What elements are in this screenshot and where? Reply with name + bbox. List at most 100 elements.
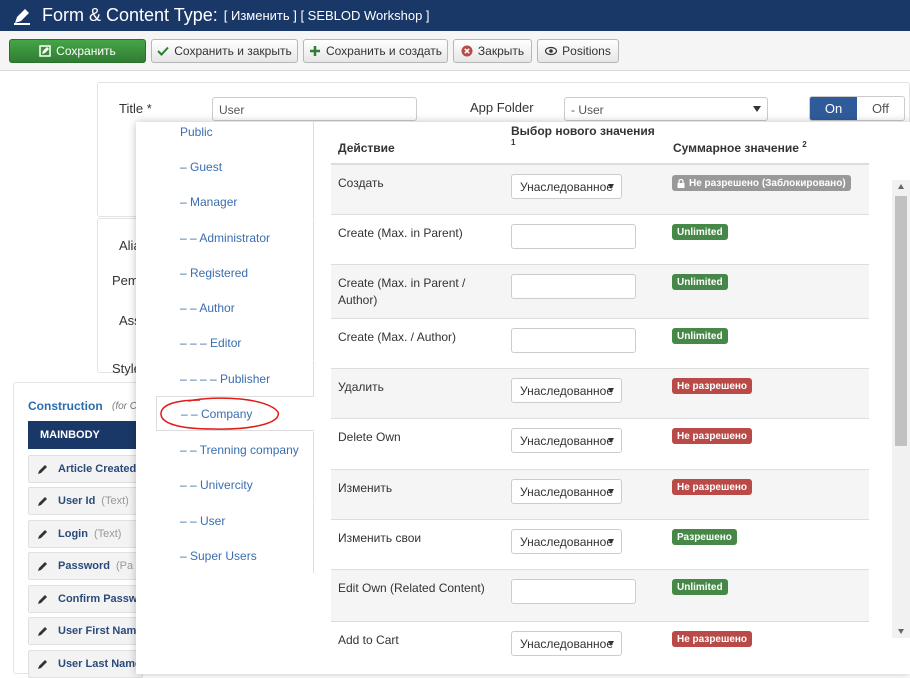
group-tab[interactable]: – – Trenning company <box>156 432 314 467</box>
status-badge: Unlimited <box>672 579 728 595</box>
status-toggle[interactable]: On Off <box>809 96 905 121</box>
lock-icon <box>677 178 685 188</box>
status-badge: Не разрешено <box>672 428 753 444</box>
table-row: Edit Own (Related Content) Unlimited <box>331 570 869 622</box>
column-header-new-value: Выбор нового значения 1 <box>511 124 655 153</box>
limit-input[interactable] <box>511 224 636 249</box>
field-label: User First Name <box>58 625 143 637</box>
app-folder-select[interactable]: - User <box>564 97 768 121</box>
group-tab[interactable]: – Guest <box>156 149 314 184</box>
table-row: Create (Max. in Parent / Author) Unlimit… <box>331 265 869 319</box>
status-badge: Unlimited <box>672 328 728 344</box>
group-tab[interactable]: – – Univercity <box>156 467 314 502</box>
save-new-button[interactable]: Сохранить и создать <box>303 39 448 63</box>
status-badge: Не разрешено <box>672 479 753 495</box>
group-tab[interactable]: – – – Editor <box>156 325 314 360</box>
toggle-off[interactable]: Off <box>857 97 904 120</box>
group-tab[interactable]: – Registered <box>156 255 314 290</box>
chevron-down-icon <box>608 388 614 393</box>
chevron-down-icon <box>608 641 614 646</box>
save-button[interactable]: Сохранить <box>9 39 146 63</box>
save-close-label: Сохранить и закрыть <box>174 44 292 58</box>
close-icon <box>461 45 473 57</box>
save-button-label: Сохранить <box>56 44 116 58</box>
permission-select-value: Унаследованное <box>520 637 613 651</box>
chevron-down-icon <box>608 539 614 544</box>
field-label: Article Created <box>58 463 137 475</box>
app-folder-value: - User <box>571 103 604 117</box>
page-header: Form & Content Type: [ Изменить ] [ SEBL… <box>0 0 910 31</box>
chevron-down-icon <box>608 184 614 189</box>
action-name: Создать <box>338 176 384 190</box>
permission-select[interactable]: Унаследованное <box>511 174 622 199</box>
group-tab[interactable]: – – Administrator <box>156 220 314 255</box>
table-row: Удалить Унаследованное Не разрешено <box>331 369 869 419</box>
footnote-1: 1 <box>511 138 516 147</box>
scrollbar-thumb[interactable] <box>895 196 907 446</box>
group-tab[interactable]: – – User <box>156 503 314 538</box>
field-row[interactable]: Login (Text) <box>28 520 143 548</box>
status-badge: Unlimited <box>672 224 728 240</box>
action-name: Edit Own (Related Content) <box>338 581 485 595</box>
pencil-icon <box>38 561 47 571</box>
table-row: Create (Max. in Parent) Unlimited <box>331 215 869 265</box>
permission-select[interactable]: Унаследованное <box>511 479 622 504</box>
check-icon <box>157 46 169 56</box>
plus-icon <box>309 46 320 56</box>
column-header-summary: Суммарное значение 2 <box>673 140 807 155</box>
action-name: Изменить свои <box>338 531 422 545</box>
save-close-button[interactable]: Сохранить и закрыть <box>151 39 298 63</box>
field-row[interactable]: Article Created <box>28 455 143 483</box>
positions-button[interactable]: Positions <box>537 39 619 63</box>
scroll-up-icon[interactable] <box>898 184 904 189</box>
group-tab[interactable]: – Super Users <box>156 538 314 573</box>
group-tab[interactable]: – Manager <box>156 184 314 219</box>
close-label: Закрыть <box>477 44 525 58</box>
permission-select-value: Унаследованное <box>520 180 613 194</box>
field-label: Login <box>58 528 88 540</box>
chevron-down-icon <box>753 106 761 112</box>
action-name: Add to Cart <box>338 633 399 647</box>
pencil-icon <box>38 659 47 669</box>
permission-select-value: Унаследованное <box>520 434 613 448</box>
limit-input[interactable] <box>511 328 636 353</box>
field-row[interactable]: User First Name <box>28 617 143 645</box>
group-tab[interactable]: Public <box>156 122 314 149</box>
mainbody-header[interactable]: MAINBODY <box>28 421 143 449</box>
modal-scrollbar[interactable] <box>892 180 910 638</box>
permission-select[interactable]: Унаследованное <box>511 428 622 453</box>
group-tab[interactable]: – – – – Publisher <box>156 361 314 396</box>
field-row[interactable]: Password (Pa <box>28 552 143 580</box>
permission-select-value: Унаследованное <box>520 485 613 499</box>
field-row[interactable]: User Id (Text) <box>28 487 143 515</box>
permission-select[interactable]: Унаследованное <box>511 631 622 656</box>
pencil-icon <box>38 626 47 636</box>
permission-select[interactable]: Унаследованное <box>511 378 622 403</box>
app-folder-label: App Folder <box>470 100 534 115</box>
status-badge: Не разрешено (Заблокировано) <box>672 175 851 191</box>
column-header-new-value-text: Выбор нового значения <box>511 124 655 138</box>
title-label: Title * <box>119 101 152 116</box>
group-tab[interactable]: – – Author <box>156 290 314 325</box>
pencil-icon <box>38 464 47 474</box>
column-header-action: Действие <box>338 141 395 155</box>
permission-select[interactable]: Унаследованное <box>511 529 622 554</box>
limit-input[interactable] <box>511 579 636 604</box>
group-tab-active[interactable]: – – Company <box>156 396 314 431</box>
status-badge-text: Не разрешено (Заблокировано) <box>689 177 846 189</box>
title-input[interactable]: User <box>212 97 417 121</box>
close-button[interactable]: Закрыть <box>453 39 532 63</box>
edit-icon <box>39 45 51 57</box>
limit-input[interactable] <box>511 274 636 299</box>
action-name: Изменить <box>338 481 393 495</box>
field-row[interactable]: Confirm Passw <box>28 585 143 613</box>
action-name: Create (Max. in Parent / Author) <box>338 276 466 307</box>
chevron-down-icon <box>608 438 614 443</box>
toggle-on[interactable]: On <box>810 97 857 120</box>
footnote-2: 2 <box>802 140 807 149</box>
eye-icon <box>545 46 558 56</box>
column-header-summary-text: Суммарное значение <box>673 141 799 155</box>
scroll-down-icon[interactable] <box>898 629 904 634</box>
field-type: (Pa <box>115 560 134 572</box>
user-group-tabs: Public – Guest – Manager – – Administrat… <box>156 122 314 674</box>
